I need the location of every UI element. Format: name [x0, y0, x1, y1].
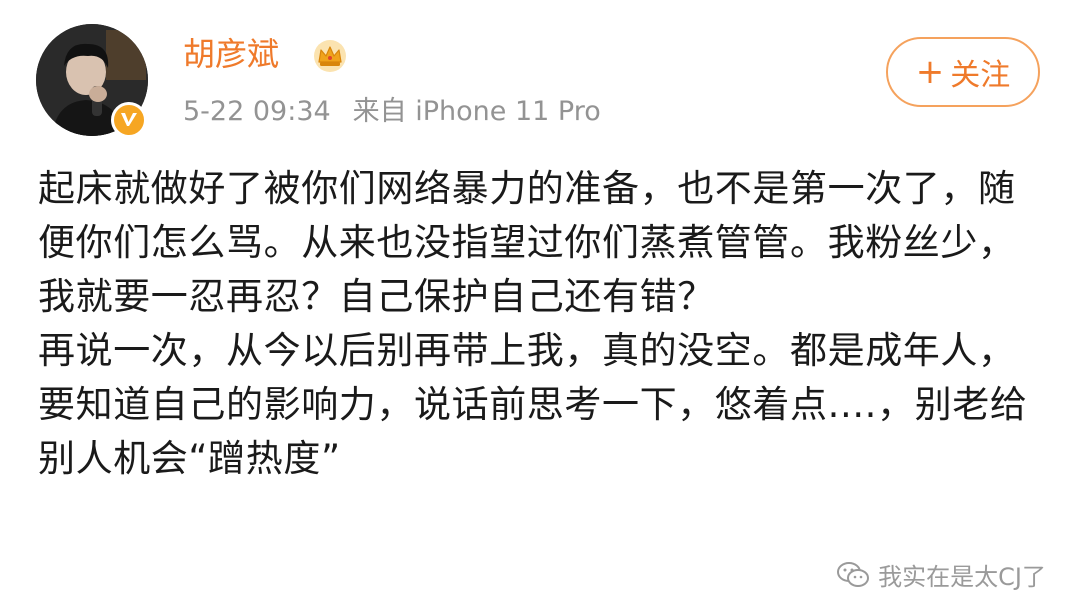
- follow-button[interactable]: + 关注: [886, 37, 1040, 107]
- plus-icon: +: [915, 52, 945, 92]
- verified-v-icon: [121, 113, 137, 126]
- post-content: 起床就做好了被你们网络暴力的准备，也不是第一次了，随便你们怎么骂。从来也没指望过…: [38, 162, 1038, 486]
- post-paragraph-1: 起床就做好了被你们网络暴力的准备，也不是第一次了，随便你们怎么骂。从来也没指望过…: [38, 167, 1016, 318]
- follow-label: 关注: [950, 58, 1011, 93]
- post-source[interactable]: 来自 iPhone 11 Pro: [353, 96, 601, 127]
- vip-crown-icon: [314, 40, 346, 72]
- post-meta: 5-22 09:34 来自 iPhone 11 Pro: [183, 92, 601, 132]
- username[interactable]: 胡彦斌: [183, 32, 279, 76]
- wechat-icon: [837, 561, 870, 587]
- watermark-text: 我实在是太CJ了: [878, 563, 1046, 591]
- post-paragraph-2: 再说一次，从今以后别再带上我，真的没空。都是成年人，要知道自己的影响力，说话前思…: [38, 329, 1028, 480]
- verified-badge: [111, 102, 147, 138]
- weibo-post: 胡彦斌 5-22 09:34 来自 iPhone 11 Pro + 关注 起床就做…: [0, 0, 1080, 616]
- watermark: 我实在是太CJ了: [836, 557, 1046, 592]
- post-date: 5-22 09:34: [183, 96, 331, 127]
